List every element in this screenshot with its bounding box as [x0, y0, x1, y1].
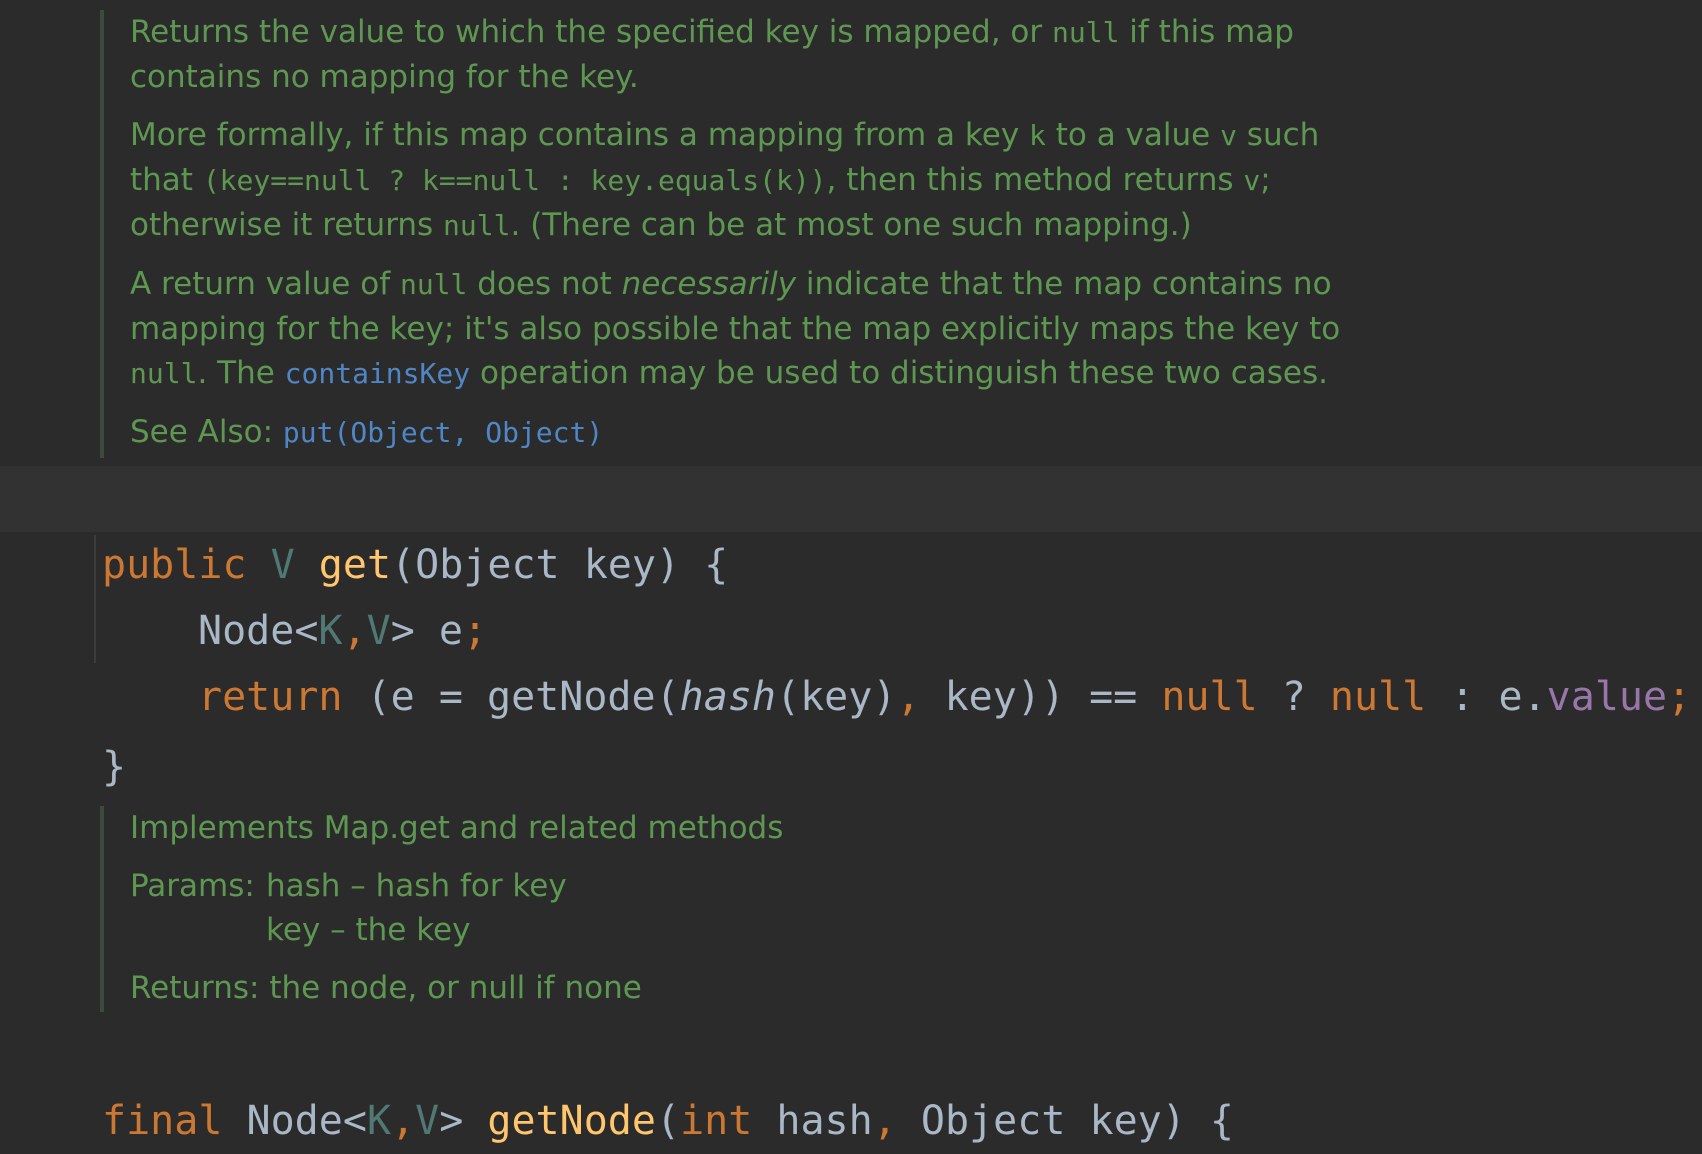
- doc-see-also: See Also: put(Object, Object): [130, 410, 1360, 455]
- doc-paragraph-formal: More formally, if this map contains a ma…: [130, 113, 1360, 248]
- doc-text: Returns the value to which the specified…: [130, 14, 1052, 50]
- code-text: }: [102, 744, 127, 790]
- code-text: (: [655, 1098, 681, 1144]
- doc-code-k: k: [1029, 119, 1046, 152]
- doc-paragraph-note: A return value of null does not necessar…: [130, 262, 1360, 396]
- code-punct: ,: [391, 1098, 416, 1144]
- code-line-close-brace[interactable]: }: [0, 668, 1702, 790]
- doc-params: Params: hash – hash for key key – the ke…: [130, 864, 1360, 952]
- code-text: Node<: [246, 1098, 367, 1144]
- doc-code-v: v: [1243, 164, 1261, 197]
- doc-code-null: null: [1052, 16, 1120, 49]
- doc-returns: Returns: the node, or null if none: [130, 966, 1360, 1010]
- doc-text: operation may be used to distinguish the…: [470, 355, 1329, 391]
- doc-code-null: null: [399, 268, 468, 301]
- doc-summary: Implements Map.get and related methods: [130, 810, 784, 846]
- code-line-getnode-signature[interactable]: final Node<K,V> getNode(int hash, Object…: [0, 1022, 1702, 1144]
- see-also-label: See Also:: [130, 414, 283, 450]
- returns-label: Returns:: [130, 970, 260, 1006]
- put-method-link[interactable]: put(Object, Object): [283, 416, 603, 449]
- doc-code-null: null: [443, 209, 511, 242]
- params-list: hash – hash for key key – the key: [266, 864, 567, 952]
- doc-text: A return value of: [130, 266, 400, 302]
- doc-text: . (There can be at most one such mapping…: [510, 207, 1192, 243]
- code-line-return[interactable]: return (e = getNode(hash(key), key)) == …: [0, 598, 1702, 720]
- doc-emphasis: necessarily: [621, 266, 797, 302]
- code-line-node-decl[interactable]: Node<K,V> e;: [0, 532, 1702, 654]
- param-hash: hash – hash for key: [266, 868, 567, 904]
- javadoc-getnode: Implements Map.get and related methods P…: [100, 806, 1360, 1012]
- doc-text: to a value: [1045, 117, 1221, 153]
- params-label: Params:: [130, 868, 255, 904]
- code-text: >: [439, 1098, 488, 1144]
- doc-code-v: v: [1220, 119, 1237, 152]
- type-param-v: V: [415, 1098, 440, 1144]
- code-text: hash: [752, 1098, 873, 1144]
- containskey-link[interactable]: containsKey: [285, 357, 470, 390]
- doc-text: . The: [197, 355, 285, 391]
- returns-text: the node, or null if none: [269, 970, 642, 1006]
- doc-paragraph-summary: Returns the value to which the specified…: [130, 10, 1360, 99]
- code-punct: ,: [872, 1098, 897, 1144]
- doc-code-null: null: [130, 357, 198, 390]
- doc-code-expression: (key==null ? k==null : key.equals(k)): [202, 164, 827, 197]
- keyword-int: int: [680, 1098, 753, 1144]
- keyword-final: final: [102, 1098, 223, 1144]
- type-param-k: K: [366, 1098, 392, 1144]
- code-text: Object key) {: [896, 1098, 1234, 1144]
- javadoc-get: Returns the value to which the specified…: [100, 10, 1360, 458]
- method-name-getnode: getNode: [487, 1098, 656, 1144]
- doc-text: More formally, if this map contains a ma…: [130, 117, 1030, 153]
- code-line-get-signature[interactable]: public V get(Object key) {: [0, 466, 1702, 588]
- doc-text: , then this method returns: [826, 162, 1244, 198]
- param-key: key – the key: [266, 912, 471, 948]
- doc-text: does not: [467, 266, 622, 302]
